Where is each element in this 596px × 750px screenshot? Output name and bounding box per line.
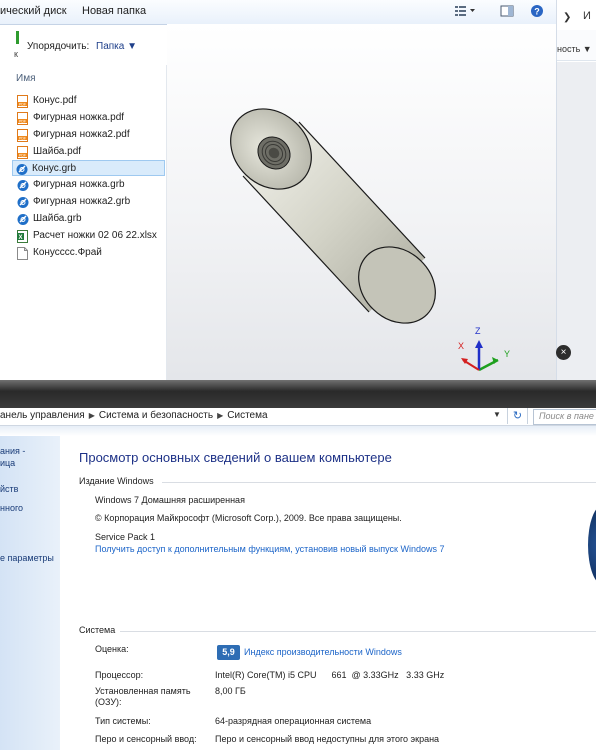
file-row[interactable]: X Расчет ножки 02 06 22.xlsx	[14, 228, 166, 244]
system-info-panel: Просмотр основных сведений о вашем компь…	[60, 436, 596, 750]
address-dropdown-icon[interactable]: ▼	[493, 410, 501, 419]
system-type-label: Тип системы:	[95, 716, 151, 726]
help-icon[interactable]: ?	[530, 4, 544, 21]
page-title: Просмотр основных сведений о вашем компь…	[79, 450, 392, 465]
blank-file-icon	[17, 247, 28, 260]
file-row-selected[interactable]: Конус.grb	[12, 160, 165, 176]
cpu-label: Процессор:	[95, 670, 144, 680]
file-row[interactable]: PDF Фигурная ножка2.pdf	[14, 127, 166, 143]
axis-label-x: X	[458, 341, 465, 351]
svg-text:PDF: PDF	[19, 154, 26, 158]
left-navigation: ания - ица йств нного е параметры	[0, 436, 60, 750]
ram-label: Установленная память	[95, 686, 191, 696]
pen-touch-label: Перо и сенсорный ввод:	[95, 734, 197, 744]
green-indicator	[16, 31, 19, 44]
axis-label-y: Y	[504, 349, 511, 359]
address-item-security[interactable]: Система и безопасность	[99, 410, 213, 421]
address-item-control-panel[interactable]: анель управления	[0, 410, 85, 421]
nav-link-remote[interactable]: нного	[0, 503, 23, 513]
svg-text:?: ?	[534, 7, 540, 17]
grb-icon	[17, 197, 29, 208]
explorer-window: ический диск Новая папка ? ❯ И ность ▼ У…	[0, 0, 596, 380]
file-name: Фигурная ножка.pdf	[33, 112, 125, 123]
grb-icon	[16, 164, 28, 175]
file-row[interactable]: Фигурная ножка.grb	[14, 177, 166, 193]
file-name: Шайба.grb	[33, 213, 82, 224]
explorer-breadcrumb: ический диск Новая папка ?	[0, 0, 556, 25]
svg-text:PDF: PDF	[19, 120, 26, 124]
pen-touch-value: Перо и сенсорный ввод недоступны для это…	[215, 734, 440, 744]
service-pack-value: Service Pack 1	[95, 532, 156, 542]
close-icon[interactable]: ×	[556, 345, 571, 360]
file-row[interactable]: PDF Конус.pdf	[14, 93, 166, 109]
cpu-value: Intel(R) Core(TM) i5 CPU 661 @ 3.33GHz 3…	[215, 670, 445, 680]
chevron-right-icon: ▶	[217, 411, 224, 420]
svg-text:PDF: PDF	[19, 103, 26, 107]
ram-value: 8,00 ГБ	[215, 686, 246, 696]
cylinder-3d-model	[230, 108, 499, 372]
file-name: Фигурная ножка2.pdf	[33, 129, 130, 140]
file-row[interactable]: Шайба.grb	[14, 211, 166, 227]
window-divider	[0, 380, 596, 408]
preview-pane-icon[interactable]	[500, 4, 514, 21]
file-name: Фигурная ножка.grb	[33, 179, 125, 190]
refresh-icon[interactable]: ↻	[507, 408, 528, 424]
folder-dropdown-button[interactable]: Папка ▼	[96, 41, 137, 52]
background-window-edge: ❯ И ность ▼	[556, 0, 596, 380]
pdf-icon: PDF	[17, 112, 28, 125]
performance-index-badge[interactable]: 5,9	[217, 645, 240, 660]
background-menu-edge: И	[583, 10, 591, 22]
file-name: Фигурная ножка2.grb	[33, 196, 131, 207]
search-input[interactable]: Поиск в пане	[533, 409, 596, 425]
pdf-icon: PDF	[17, 95, 28, 108]
left-edge-fragment: к	[14, 49, 18, 59]
address-bar[interactable]: анель управления ▶ Система и безопасность ▶…	[0, 408, 596, 426]
background-options-edge[interactable]: ность ▼	[557, 44, 592, 54]
grb-icon	[17, 214, 29, 225]
file-name: Конусссс.Фрай	[33, 247, 102, 258]
chevron-right-icon: ▶	[88, 411, 95, 420]
background-menu-chevron: ❯	[563, 12, 572, 23]
address-item-system[interactable]: Система	[227, 410, 267, 421]
view-options-icon[interactable]	[454, 4, 476, 21]
file-name: Конус.grb	[32, 163, 77, 174]
file-list: Имя PDF Конус.pdf PDF Фигурная ножка.pdf…	[0, 65, 167, 380]
file-row[interactable]: PDF Шайба.pdf	[14, 144, 166, 160]
axis-label-z: Z	[475, 326, 481, 336]
explorer-toolbar: Упорядочить: Папка ▼	[0, 25, 166, 65]
file-name: Расчет ножки 02 06 22.xlsx	[33, 230, 157, 241]
windows-edition-value: Windows 7 Домашняя расширенная	[95, 495, 245, 505]
file-row[interactable]: Конусссс.Фрай	[14, 245, 166, 261]
column-header-name[interactable]: Имя	[16, 73, 35, 84]
nav-link-advanced-settings[interactable]: е параметры	[0, 553, 54, 563]
nav-link-home-cont[interactable]: ица	[0, 458, 15, 468]
system-type-value: 64-разрядная операционная система	[215, 716, 372, 726]
nav-link-device-manager[interactable]: йств	[0, 484, 18, 494]
copyright-text: © Корпорация Майкрософт (Microsoft Corp.…	[95, 513, 402, 523]
breadcrumb-item-disk[interactable]: ический диск	[0, 5, 67, 17]
svg-text:PDF: PDF	[19, 137, 26, 141]
section-header-windows-edition: Издание Windows	[79, 476, 154, 486]
upgrade-windows-link[interactable]: Получить доступ к дополнительным функция…	[95, 544, 445, 554]
search-placeholder: Поиск в пане	[539, 411, 594, 421]
section-header-system: Система	[79, 625, 116, 635]
organize-label: Упорядочить:	[27, 41, 90, 52]
ram-label-cont: (ОЗУ):	[95, 697, 122, 707]
performance-index-link[interactable]: Индекс производительности Windows	[244, 647, 402, 657]
file-row[interactable]: Фигурная ножка2.grb	[14, 194, 166, 210]
control-panel-window: анель управления ▶ Система и безопасность ▶…	[0, 408, 596, 750]
pdf-icon: PDF	[17, 146, 28, 159]
pdf-icon: PDF	[17, 129, 28, 142]
grb-icon	[17, 180, 29, 191]
preview-pane: Z X Y	[167, 24, 556, 380]
file-name: Шайба.pdf	[33, 146, 82, 157]
svg-text:X: X	[18, 235, 22, 241]
nav-link-home[interactable]: ания -	[0, 446, 25, 456]
file-row[interactable]: PDF Фигурная ножка.pdf	[14, 110, 166, 126]
axis-triad-icon	[461, 340, 499, 372]
excel-icon: X	[17, 230, 28, 243]
breadcrumb-item-folder[interactable]: Новая папка	[82, 5, 146, 17]
file-name: Конус.pdf	[33, 95, 77, 106]
rating-label: Оценка:	[95, 644, 129, 654]
